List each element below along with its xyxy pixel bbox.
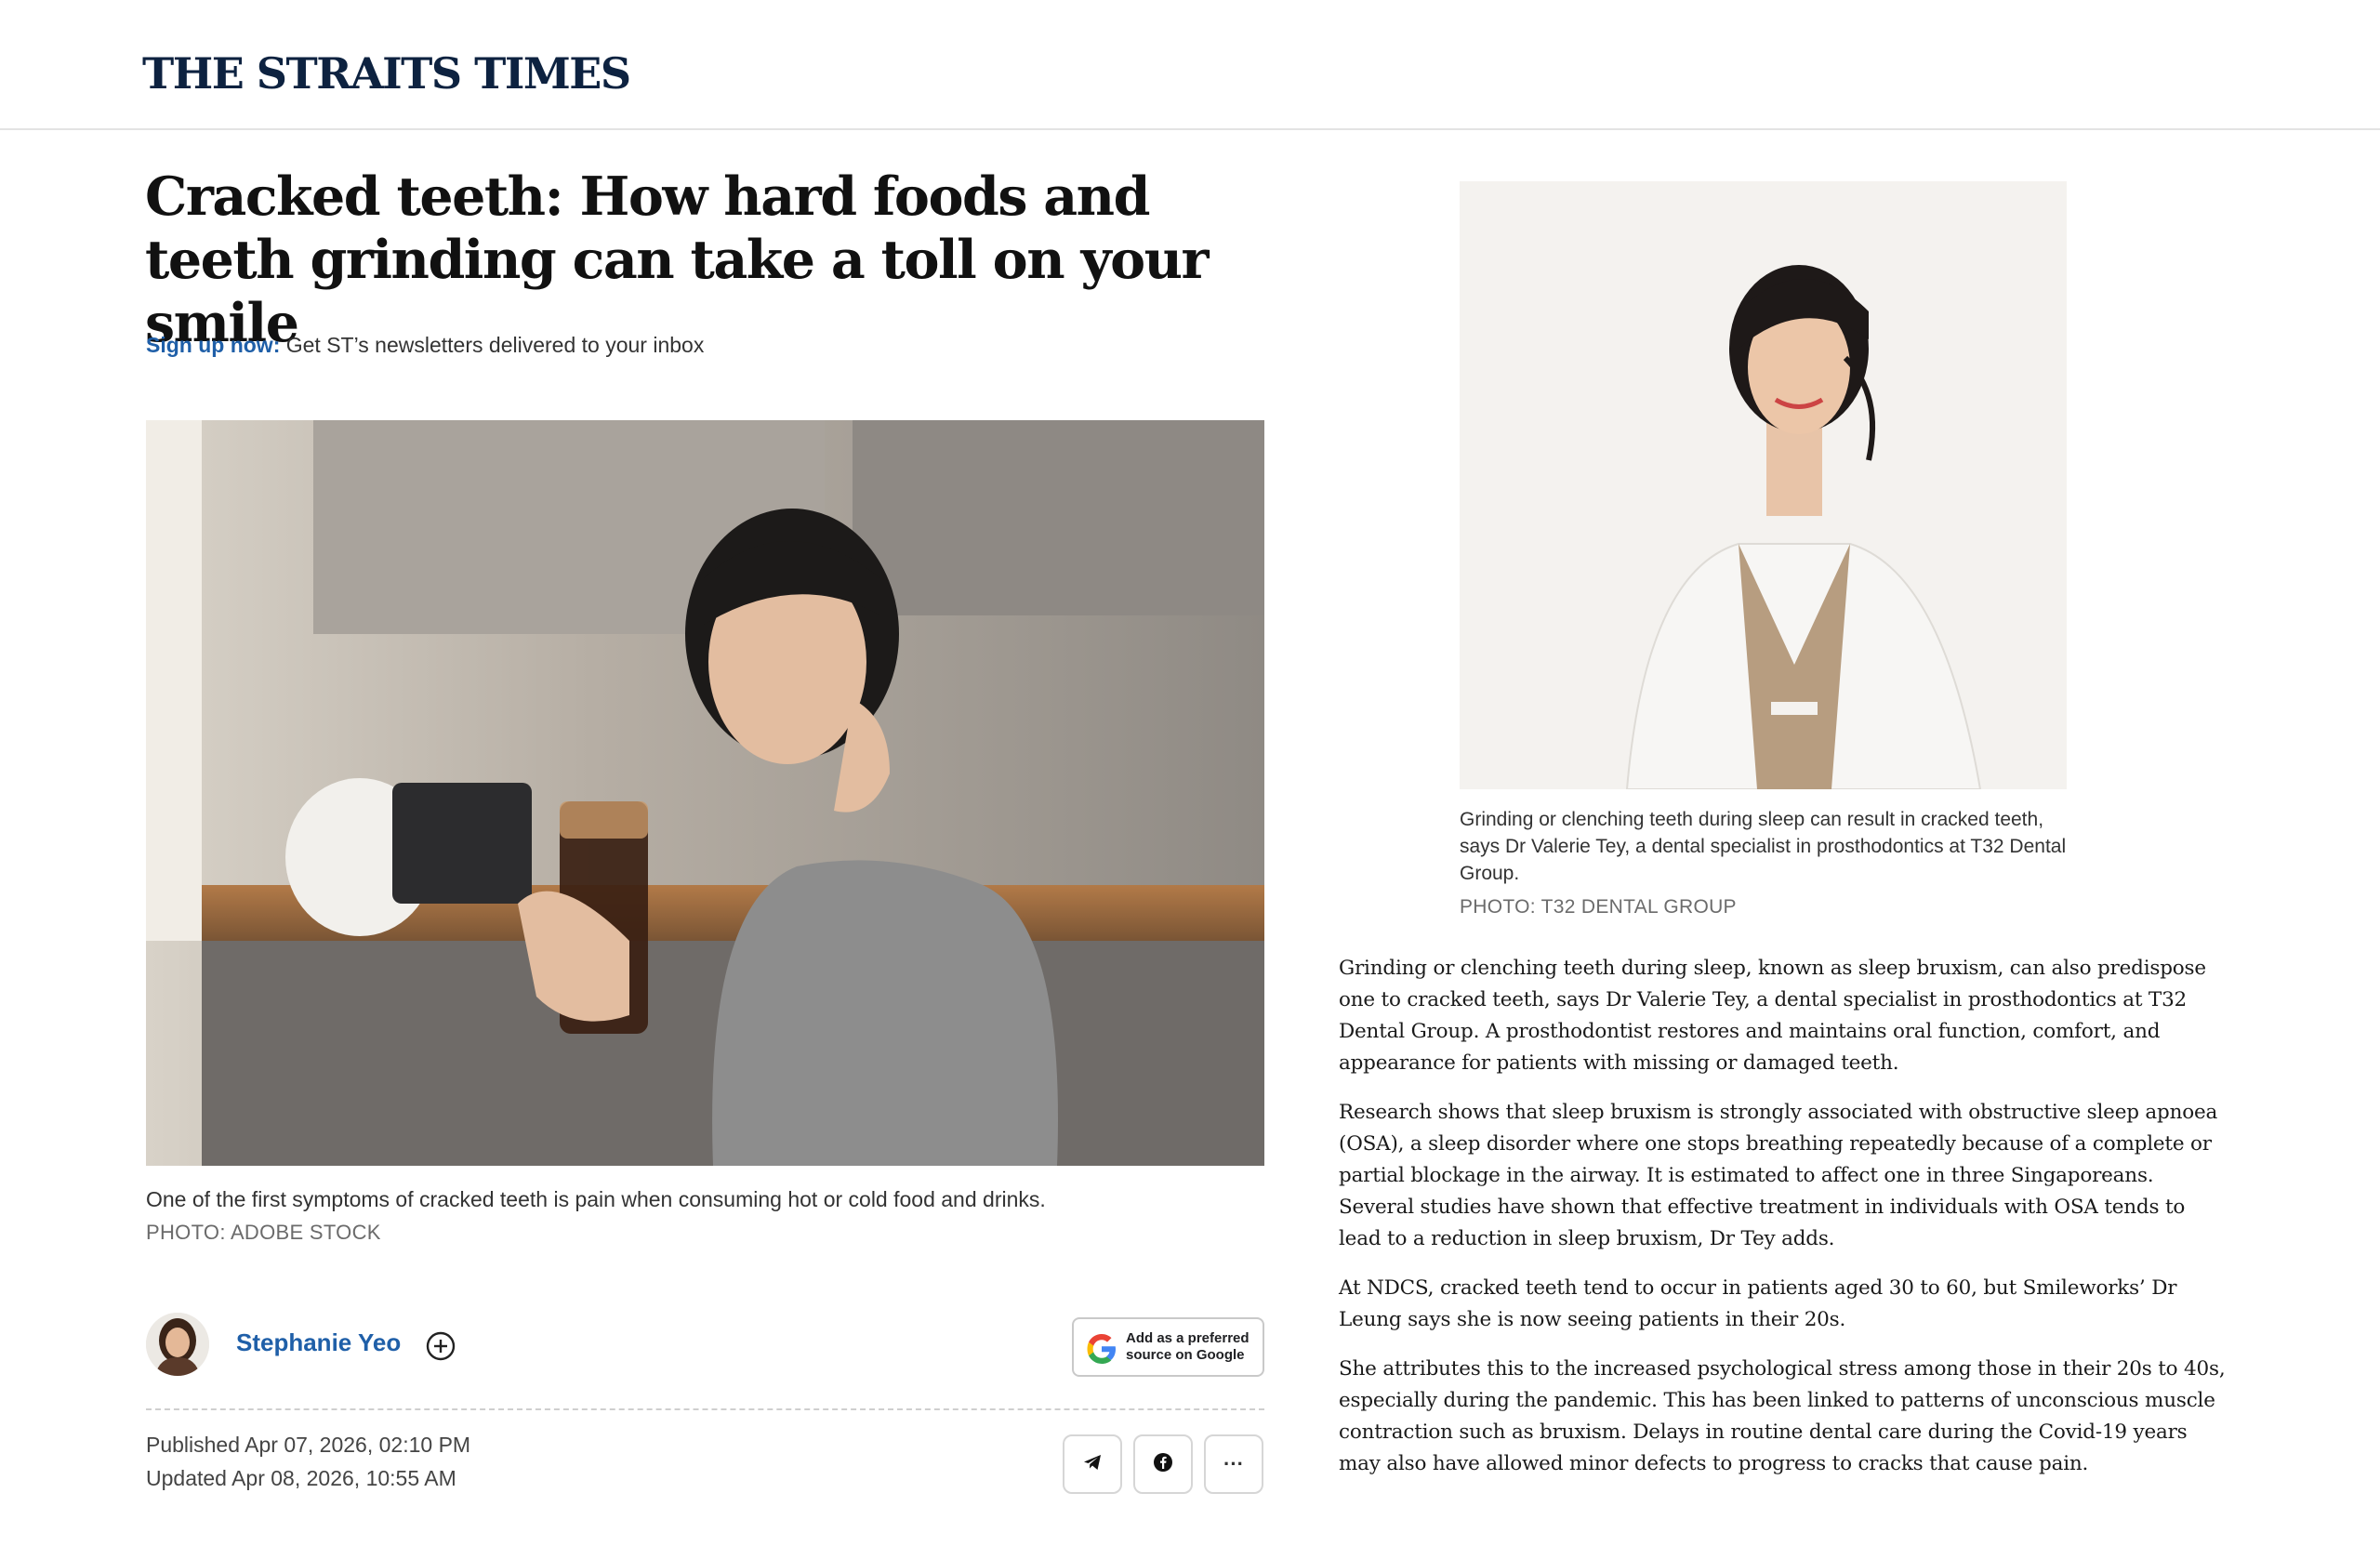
- signup-link[interactable]: Sign up now:: [146, 333, 280, 357]
- newsletter-signup: Sign up now: Get ST’s newsletters delive…: [146, 333, 704, 358]
- signup-text: Get ST’s newsletters delivered to your i…: [280, 333, 705, 357]
- site-header: THE STRAITS TIMES: [0, 0, 2380, 130]
- article-paragraph: At NDCS, cracked teeth tend to occur in …: [1339, 1276, 2177, 1331]
- google-preferred-source-button[interactable]: Add as a preferred source on Google: [1072, 1317, 1264, 1377]
- share-more-button[interactable]: ···: [1204, 1434, 1263, 1494]
- google-button-line-1: Add as a preferred: [1126, 1330, 1250, 1346]
- telegram-icon: [1082, 1452, 1103, 1477]
- article-headline: Cracked teeth: How hard foods and teeth …: [145, 165, 1210, 354]
- share-facebook-button[interactable]: [1133, 1434, 1193, 1494]
- article-paragraph: Grinding or clenching teeth during sleep…: [1339, 957, 2206, 1075]
- facebook-icon: [1153, 1452, 1173, 1477]
- side-photo-caption: Grinding or clenching teeth during sleep…: [1460, 809, 2067, 884]
- google-button-line-2: source on Google: [1126, 1347, 1245, 1363]
- article-paragraph: Research shows that sleep bruxism is str…: [1339, 1101, 2218, 1250]
- published-date: Published Apr 07, 2026, 02:10 PM: [146, 1433, 471, 1457]
- hero-photo-credit: PHOTO: ADOBE STOCK: [146, 1221, 381, 1244]
- side-photo-credit: PHOTO: T32 DENTAL GROUP: [1460, 896, 1737, 918]
- side-photo: [1460, 181, 2067, 789]
- hero-image: [146, 420, 1264, 1166]
- hero-caption: One of the first symptoms of cracked tee…: [146, 1187, 1046, 1211]
- article-body: Grinding or clenching teeth during sleep…: [1339, 953, 2233, 1498]
- google-g-icon: [1085, 1332, 1118, 1366]
- article-paragraph: She attributes this to the increased psy…: [1339, 1357, 2226, 1475]
- updated-date: Updated Apr 08, 2026, 10:55 AM: [146, 1466, 456, 1490]
- site-logo[interactable]: THE STRAITS TIMES: [142, 48, 631, 99]
- google-button-label: Add as a preferred source on Google: [1126, 1330, 1250, 1364]
- byline-divider: [146, 1408, 1264, 1410]
- author-avatar[interactable]: [146, 1313, 209, 1376]
- share-telegram-button[interactable]: [1063, 1434, 1122, 1494]
- author-name[interactable]: Stephanie Yeo: [236, 1328, 401, 1357]
- plus-circle-icon[interactable]: [425, 1330, 456, 1362]
